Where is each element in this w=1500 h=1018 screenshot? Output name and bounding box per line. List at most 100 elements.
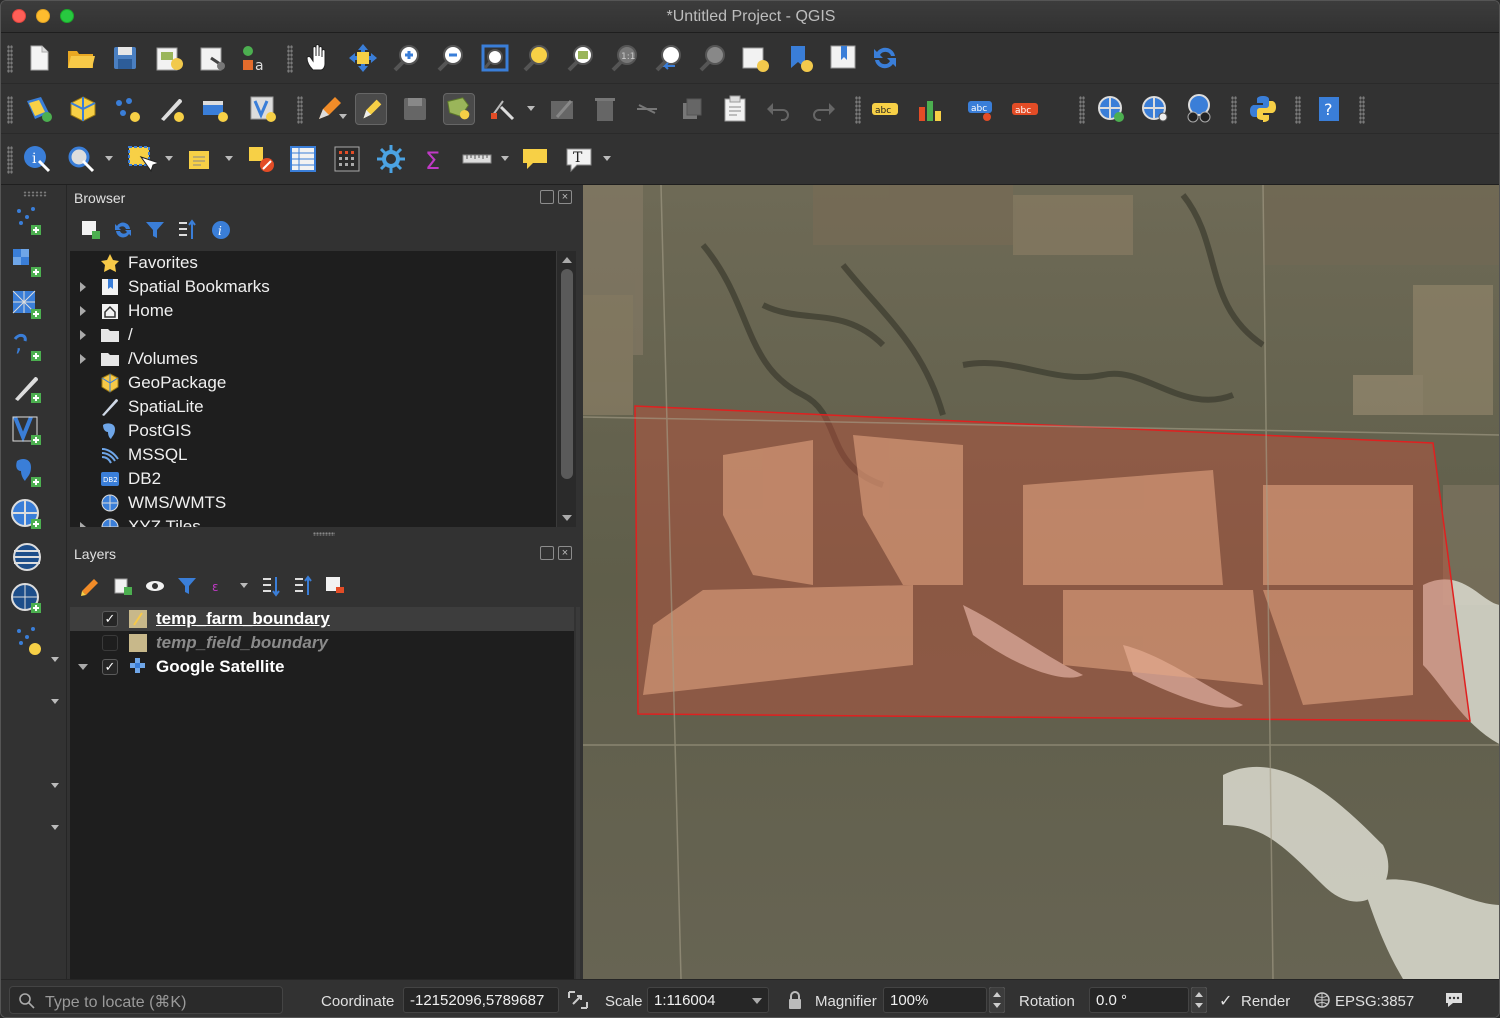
filter-legend-icon[interactable] (176, 575, 198, 597)
open-field-calculator-icon[interactable] (331, 143, 363, 175)
rotation-field[interactable]: 0.0 ° (1089, 987, 1189, 1013)
layout-manager-icon[interactable] (197, 42, 229, 74)
expand-arrow-icon[interactable] (80, 306, 86, 316)
new-spatialite-layer-icon[interactable] (155, 93, 187, 125)
current-edits-dropdown[interactable] (339, 114, 347, 119)
browser-item-xyz-tiles[interactable]: XYZ Tiles (70, 515, 556, 527)
toggle-editing-icon[interactable] (355, 93, 387, 125)
toolbar-handle[interactable] (7, 45, 13, 73)
cut-features-icon[interactable] (631, 93, 663, 125)
browser-scrollbar[interactable] (556, 251, 576, 527)
browser-item-mssql[interactable]: MSSQL (70, 443, 556, 467)
render-checkbox[interactable]: ✓ (1219, 991, 1232, 1011)
toolbar-handle[interactable] (855, 96, 861, 124)
modify-attributes-icon[interactable] (547, 93, 579, 125)
browser-item-home[interactable]: Home (70, 299, 556, 323)
identify-features-icon[interactable]: i (21, 143, 53, 175)
new-bookmark-icon[interactable] (783, 42, 815, 74)
scroll-down-icon[interactable] (562, 515, 572, 521)
collapse-arrow-icon[interactable] (78, 664, 88, 670)
save-project-icon[interactable] (109, 42, 141, 74)
add-delimited-text-layer-icon[interactable]: , (9, 329, 45, 365)
save-layer-edits-icon[interactable] (399, 93, 431, 125)
text-annotation-icon[interactable]: T (563, 143, 595, 175)
diagram-options-icon[interactable] (913, 93, 945, 125)
add-wms-layer-icon[interactable] (1095, 93, 1127, 125)
collapse-all-icon[interactable] (176, 219, 198, 241)
search-wms-icon[interactable] (1139, 93, 1171, 125)
filter-by-expression-icon[interactable]: ε (208, 575, 230, 597)
redo-icon[interactable] (807, 93, 839, 125)
add-selected-layers-icon[interactable] (80, 219, 102, 241)
map-canvas[interactable] (583, 185, 1499, 979)
filter-expression-dropdown[interactable] (240, 583, 248, 588)
metasearch-icon[interactable] (1183, 93, 1215, 125)
collapse-all-icon[interactable] (292, 575, 314, 597)
new-layer-dropdown[interactable] (51, 825, 59, 830)
browser-item-geopackage[interactable]: GeoPackage (70, 371, 556, 395)
panel-splitter[interactable] (313, 532, 335, 536)
crs-button[interactable]: EPSG:3857 (1335, 993, 1414, 1010)
messages-icon[interactable] (1443, 990, 1465, 1010)
measure-dropdown[interactable] (501, 156, 509, 161)
delete-selected-icon[interactable] (589, 93, 621, 125)
data-source-manager-icon[interactable] (23, 93, 55, 125)
new-map-view-icon[interactable] (739, 42, 771, 74)
scroll-up-icon[interactable] (562, 257, 572, 263)
deselect-features-icon[interactable] (245, 143, 277, 175)
rotation-stepper[interactable] (1191, 987, 1207, 1013)
add-polygon-feature-icon[interactable] (443, 93, 475, 125)
feature-action-dropdown[interactable] (105, 156, 113, 161)
paste-features-icon[interactable] (719, 93, 751, 125)
add-group-icon[interactable] (112, 575, 134, 597)
label-properties-icon[interactable]: abc (1009, 93, 1041, 125)
toolbar-handle[interactable] (287, 45, 293, 73)
processing-toolbox-icon[interactable] (375, 143, 407, 175)
browser-item-volumes[interactable]: /Volumes (70, 347, 556, 371)
toolbar-handle[interactable] (7, 96, 13, 124)
toolbar-handle[interactable] (1295, 96, 1301, 124)
pan-icon[interactable] (303, 42, 335, 74)
magnifier-field[interactable]: 100% (883, 987, 987, 1013)
toolbar-handle[interactable] (1231, 96, 1237, 124)
vertex-tool-dropdown[interactable] (527, 106, 535, 111)
browser-item-favorites[interactable]: Favorites (70, 251, 556, 275)
scale-combobox[interactable]: 1:116004 (647, 987, 769, 1013)
measure-line-icon[interactable] (461, 143, 493, 175)
locator-search-input[interactable]: Type to locate (⌘K) (9, 986, 283, 1014)
close-panel-button[interactable]: × (558, 546, 572, 560)
show-bookmarks-icon[interactable] (827, 42, 859, 74)
layers-scrollbar[interactable] (576, 607, 580, 979)
add-wms-layer-icon[interactable] (9, 497, 45, 533)
label-toolbar-icon[interactable]: abc (869, 93, 901, 125)
add-spatialite-layer-icon[interactable] (9, 371, 45, 407)
zoom-to-layer-icon[interactable] (565, 42, 597, 74)
layer-temp-field-boundary[interactable]: temp_field_boundary (70, 631, 574, 655)
undo-icon[interactable] (763, 93, 795, 125)
toolbar-handle[interactable] (7, 146, 13, 174)
add-wfs-dropdown[interactable] (51, 783, 59, 788)
select-by-value-dropdown[interactable] (225, 156, 233, 161)
toolbar-handle[interactable] (1359, 96, 1365, 124)
layer-visibility-checkbox[interactable] (102, 635, 118, 651)
magnifier-stepper[interactable] (989, 987, 1005, 1013)
filter-browser-icon[interactable] (144, 219, 166, 241)
remove-layer-icon[interactable] (324, 575, 346, 597)
help-icon[interactable]: ? (1313, 93, 1345, 125)
zoom-full-icon[interactable] (479, 42, 511, 74)
open-attribute-table-icon[interactable] (287, 143, 319, 175)
vertex-tool-icon[interactable] (487, 93, 519, 125)
coordinate-field[interactable]: -12152096,5789687 (403, 987, 559, 1013)
lock-scale-icon[interactable] (787, 990, 803, 1010)
add-postgis-layer-icon[interactable] (9, 455, 45, 491)
add-wcs-layer-icon[interactable] (9, 539, 45, 575)
zoom-next-icon[interactable] (697, 42, 729, 74)
python-console-icon[interactable] (1247, 93, 1279, 125)
float-panel-button[interactable] (540, 190, 554, 204)
layer-google-satellite[interactable]: ✓ Google Satellite (70, 655, 574, 679)
current-edits-icon[interactable] (313, 93, 345, 125)
zoom-last-icon[interactable] (653, 42, 685, 74)
run-feature-action-icon[interactable] (65, 143, 97, 175)
new-print-layout-icon[interactable] (153, 42, 185, 74)
expand-arrow-icon[interactable] (80, 522, 86, 527)
